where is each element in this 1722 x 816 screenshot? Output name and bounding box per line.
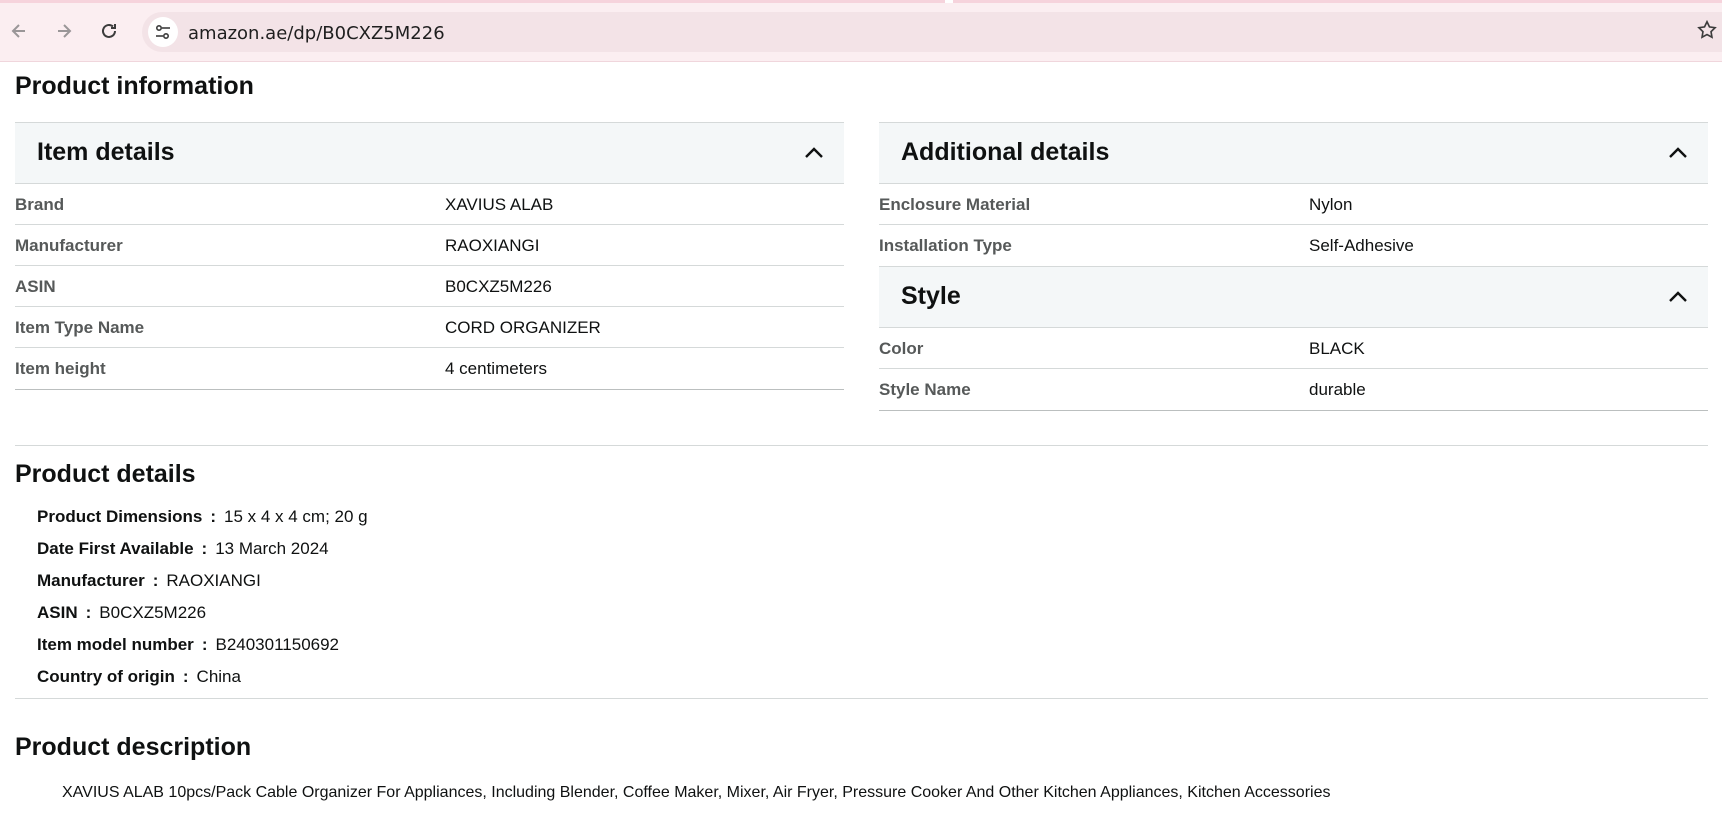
table-row: Enclosure Material Nylon: [879, 184, 1708, 225]
list-item: ASIN: B0CXZ5M226: [37, 597, 368, 629]
table-row: Item Type Name CORD ORGANIZER: [15, 307, 844, 348]
detail-key: Item model number: [37, 635, 194, 654]
detail-key: Country of origin: [37, 667, 175, 686]
detail-value: B0CXZ5M226: [99, 603, 207, 622]
item-details-table: Brand XAVIUS ALAB Manufacturer RAOXIANGI A…: [15, 184, 844, 390]
row-key: Style Name: [879, 380, 971, 399]
tab-strip: [0, 0, 1722, 3]
row-value: 4 centimeters: [445, 359, 548, 378]
detail-key: ASIN: [37, 603, 78, 622]
row-key: Item Type Name: [15, 318, 145, 337]
product-details-list: Product Dimensions:15 x 4 x 4 cm; 20 g D…: [37, 501, 368, 693]
style-table: Color BLACK Style Name durable: [879, 328, 1708, 411]
detail-separator: :: [152, 571, 159, 590]
detail-value: China: [196, 667, 241, 686]
table-row: ASIN B0CXZ5M226: [15, 266, 844, 307]
detail-value: RAOXIANGI: [166, 571, 261, 590]
row-value: XAVIUS ALAB: [445, 195, 554, 214]
row-value: Self-Adhesive: [1309, 236, 1414, 255]
detail-key: Product Dimensions: [37, 507, 203, 526]
detail-separator: :: [85, 603, 92, 622]
chevron-up-icon[interactable]: [1666, 285, 1690, 309]
row-value: B0CXZ5M226: [445, 277, 552, 296]
list-item: Item model number: B240301150692: [37, 629, 368, 661]
star-icon: [1697, 19, 1717, 39]
back-arrow-icon: [11, 24, 25, 38]
style-title: Style: [901, 282, 961, 310]
additional-details-title: Additional details: [901, 138, 1110, 166]
row-value: RAOXIANGI: [445, 236, 540, 255]
detail-separator: :: [201, 635, 208, 654]
forward-arrow-icon: [58, 24, 72, 38]
detail-key: Manufacturer: [37, 571, 145, 590]
product-details-title: Product details: [15, 460, 196, 488]
site-info-icon: [155, 24, 170, 40]
row-key: ASIN: [15, 277, 56, 296]
item-details-accordion-header[interactable]: Item details: [15, 122, 844, 184]
row-value: BLACK: [1309, 339, 1365, 358]
table-row: Item height 4 centimeters: [15, 348, 844, 389]
browser-toolbar: amazon.ae/dp/B0CXZ5M226: [0, 0, 1722, 62]
table-row: Manufacturer RAOXIANGI: [15, 225, 844, 266]
item-details-title: Item details: [37, 138, 175, 166]
detail-separator: :: [201, 539, 208, 558]
row-key: Color: [879, 339, 924, 358]
forward-button[interactable]: [49, 16, 79, 46]
url-text[interactable]: amazon.ae/dp/B0CXZ5M226: [188, 23, 445, 44]
section-divider: [15, 698, 1708, 699]
product-information-title: Product information: [15, 72, 254, 100]
detail-key: Date First Available: [37, 539, 194, 558]
back-button[interactable]: [4, 16, 34, 46]
table-row: Brand XAVIUS ALAB: [15, 184, 844, 225]
product-description-title: Product description: [15, 733, 252, 761]
row-value: CORD ORGANIZER: [445, 318, 601, 337]
row-key: Manufacturer: [15, 236, 123, 255]
detail-separator: :: [182, 667, 189, 686]
chevron-up-icon[interactable]: [1666, 141, 1690, 165]
row-key: Item height: [15, 359, 106, 378]
list-item: Manufacturer: RAOXIANGI: [37, 565, 368, 597]
list-item: Product Dimensions:15 x 4 x 4 cm; 20 g: [37, 501, 368, 533]
site-info-button[interactable]: [148, 17, 178, 47]
list-item: Country of origin: China: [37, 661, 368, 693]
list-item: Date First Available:13 March 2024: [37, 533, 368, 565]
section-divider: [15, 445, 1708, 446]
row-key: Enclosure Material: [879, 195, 1031, 214]
detail-separator: :: [210, 507, 216, 526]
row-value: Nylon: [1309, 195, 1353, 214]
detail-value: 15 x 4 x 4 cm; 20 g: [223, 507, 368, 526]
additional-details-accordion-header[interactable]: Additional details: [879, 122, 1708, 184]
product-description-text: XAVIUS ALAB 10pcs/Pack Cable Organizer F…: [62, 784, 1331, 801]
chevron-up-icon[interactable]: [802, 141, 826, 165]
style-accordion-header[interactable]: Style: [879, 266, 1708, 328]
table-row: Color BLACK: [879, 328, 1708, 369]
row-value: durable: [1309, 380, 1366, 399]
address-bar[interactable]: amazon.ae/dp/B0CXZ5M226: [142, 12, 1722, 52]
table-row: Installation Type Self-Adhesive: [879, 225, 1708, 266]
tab-gap: [945, 0, 953, 3]
bookmark-star-button[interactable]: [1696, 19, 1718, 47]
additional-details-section: Additional details Enclosure Material Nyl…: [879, 122, 1708, 411]
reload-button[interactable]: [94, 16, 124, 46]
reload-icon: [102, 23, 116, 38]
detail-value: 13 March 2024: [215, 539, 329, 558]
detail-value: B240301150692: [215, 635, 340, 654]
row-key: Brand: [15, 195, 65, 214]
table-row: Style Name durable: [879, 369, 1708, 410]
row-key: Installation Type: [879, 236, 1012, 255]
item-details-section: Item details Brand XAVIUS ALAB Manufactur…: [15, 122, 844, 390]
